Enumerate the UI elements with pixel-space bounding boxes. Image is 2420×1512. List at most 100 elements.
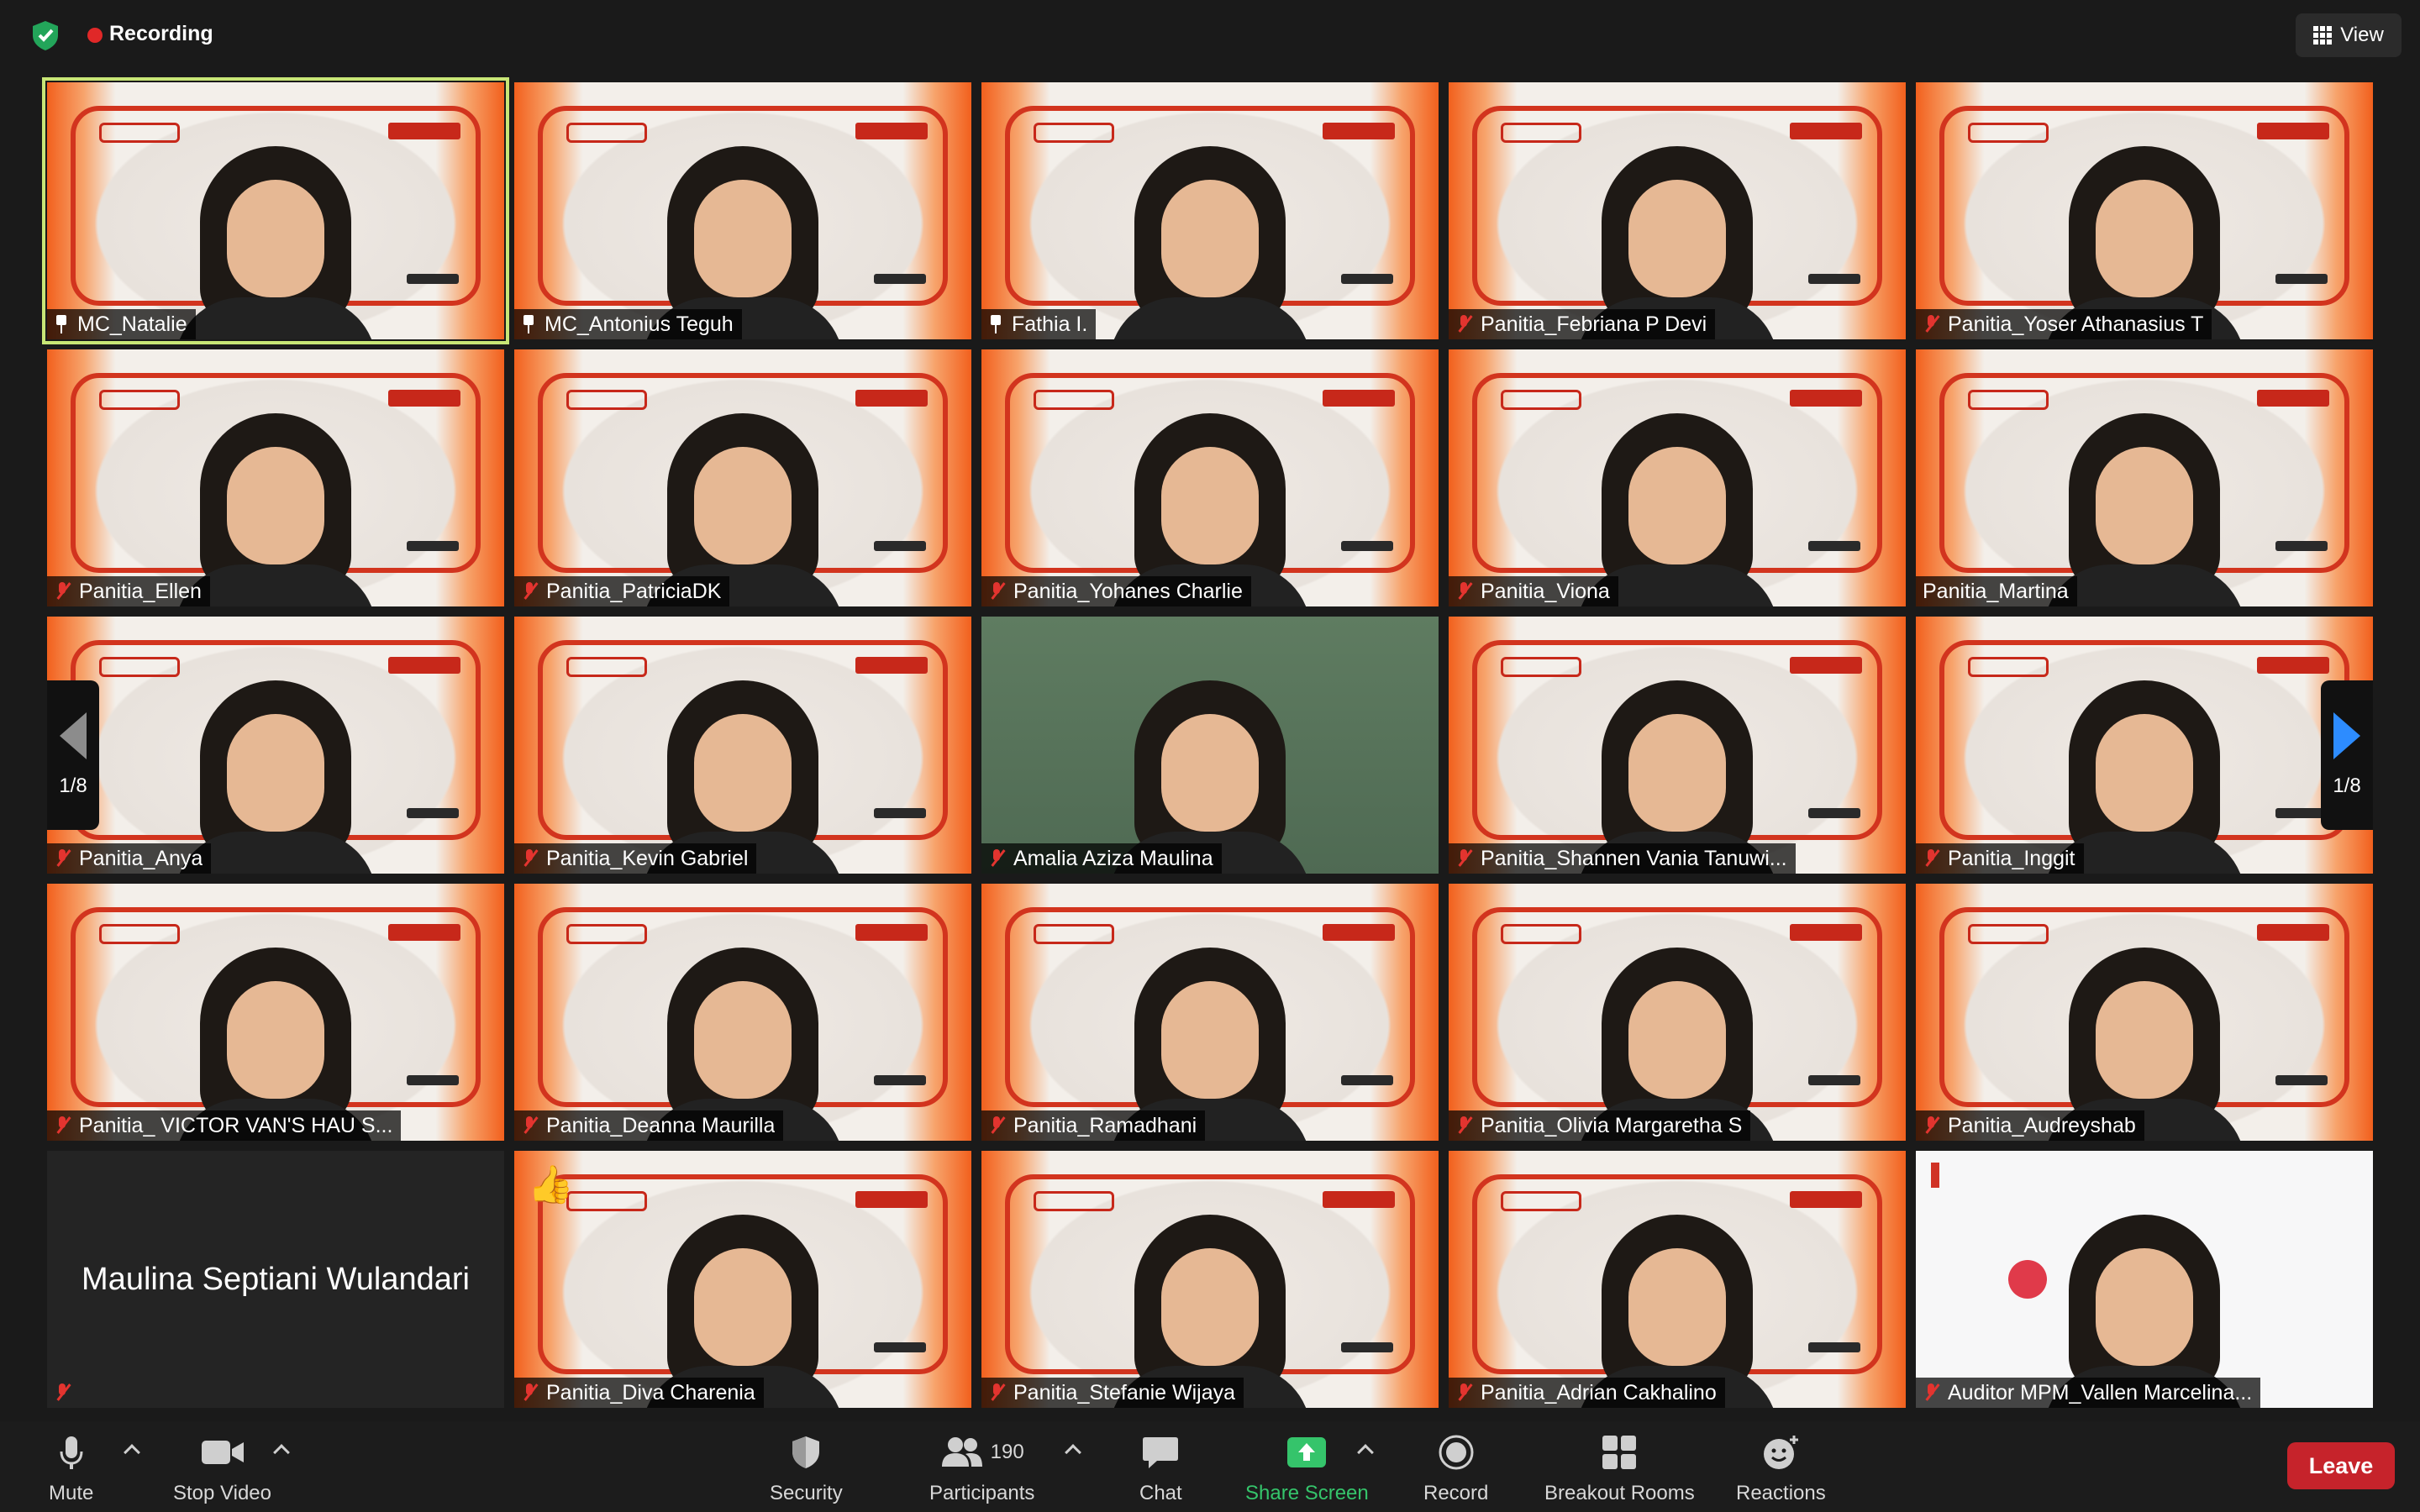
virtual-background-logos <box>1034 123 1114 143</box>
participant-tile[interactable]: Panitia_Inggit <box>1916 617 2373 874</box>
previous-page-button[interactable]: 1/8 <box>47 680 99 830</box>
virtual-background-badge <box>874 1075 926 1085</box>
participant-tile[interactable]: Panitia_Ellen <box>47 349 504 606</box>
virtual-background-badge <box>1808 1075 1860 1085</box>
spotlight-pin-icon <box>54 314 69 334</box>
security-shield-icon[interactable] <box>29 18 62 52</box>
mute-button[interactable]: Mute <box>49 1435 93 1505</box>
participant-name: Panitia_Audreyshab <box>1948 1113 2136 1137</box>
participant-name-tag: Amalia Aziza Maulina <box>981 843 1222 874</box>
virtual-background-brand <box>1790 390 1862 407</box>
virtual-background-brand <box>855 1191 928 1208</box>
participant-name: Panitia_Martina <box>1923 579 2069 603</box>
security-label: Security <box>770 1482 843 1504</box>
spotlight-pin-icon <box>988 314 1003 334</box>
meeting-toolbar: Mute Stop Video Security 190 Participant… <box>0 1421 2420 1512</box>
muted-microphone-icon <box>521 1116 538 1136</box>
participant-tile[interactable]: Panitia_Kevin Gabriel <box>514 617 971 874</box>
virtual-background-badge <box>1808 274 1860 284</box>
participant-tile[interactable]: Panitia_Viona <box>1449 349 1906 606</box>
participant-tile[interactable]: Panitia_Anya <box>47 617 504 874</box>
participant-tile[interactable]: Panitia_Febriana P Devi <box>1449 82 1906 339</box>
breakout-rooms-button[interactable]: Breakout Rooms <box>1544 1435 1695 1505</box>
record-button[interactable]: Record <box>1423 1435 1488 1505</box>
view-button[interactable]: View <box>2296 13 2402 57</box>
participant-name: Panitia_Olivia Margaretha S <box>1481 1113 1743 1137</box>
virtual-background-brand <box>388 123 460 139</box>
virtual-background-badge <box>1808 808 1860 818</box>
participant-tile[interactable]: Panitia_Stefanie Wijaya <box>981 1151 1439 1408</box>
participant-tile[interactable]: Panitia_Yohanes Charlie <box>981 349 1439 606</box>
participant-tile[interactable]: MC_Natalie <box>42 77 509 344</box>
participant-tile[interactable]: Panitia_Yoser Athanasius T <box>1916 82 2373 339</box>
participant-tile[interactable]: Maulina Septiani Wulandari <box>47 1151 504 1408</box>
heart-icon <box>2008 1260 2047 1299</box>
reactions-button[interactable]: Reactions <box>1736 1435 1826 1505</box>
virtual-background-brand <box>855 123 928 139</box>
participant-name-tag: Panitia_Deanna Maurilla <box>514 1110 784 1141</box>
participants-button[interactable]: 190 Participants <box>929 1435 1034 1505</box>
reaction-smiley-icon <box>1764 1436 1799 1469</box>
video-options-chevron-up-icon[interactable] <box>273 1444 290 1461</box>
participant-tile[interactable]: Amalia Aziza Maulina <box>981 617 1439 874</box>
video-face <box>2096 1248 2193 1366</box>
virtual-background-badge <box>1808 541 1860 551</box>
participant-tile[interactable]: Panitia_ VICTOR VAN'S HAU S... <box>47 884 504 1141</box>
participant-name-tag: MC_Antonius Teguh <box>514 309 742 339</box>
participant-tile[interactable]: Panitia_Shannen Vania Tanuwi... <box>1449 617 1906 874</box>
muted-microphone-icon <box>1455 1383 1472 1403</box>
virtual-background-logos <box>99 924 180 944</box>
virtual-background-brand <box>1323 924 1395 941</box>
participant-name-tag: Panitia_Febriana P Devi <box>1449 309 1716 339</box>
participant-name: Panitia_Viona <box>1481 579 1610 603</box>
participant-tile[interactable]: Panitia_PatriciaDK <box>514 349 971 606</box>
participant-tile[interactable]: Panitia_Olivia Margaretha S <box>1449 884 1906 1141</box>
security-button[interactable]: Security <box>770 1435 843 1505</box>
video-face <box>694 714 792 832</box>
participant-tile[interactable]: MC_Antonius Teguh <box>514 82 971 339</box>
participant-tile[interactable]: Panitia_Audreyshab <box>1916 884 2373 1141</box>
audio-options-chevron-up-icon[interactable] <box>124 1444 140 1461</box>
video-face <box>1161 1248 1259 1366</box>
virtual-background-logos <box>1501 123 1581 143</box>
virtual-background-logos <box>99 123 180 143</box>
video-face <box>1628 447 1726 564</box>
participant-name-tag: Panitia_Ramadhani <box>981 1110 1206 1141</box>
chat-button[interactable]: Chat <box>1139 1435 1182 1505</box>
virtual-background-logos <box>1968 390 2049 410</box>
participant-tile[interactable]: Panitia_Martina <box>1916 349 2373 606</box>
video-face <box>1628 180 1726 297</box>
arrow-right-icon <box>2333 712 2360 759</box>
video-face <box>1628 981 1726 1099</box>
virtual-background-brand <box>1323 123 1395 139</box>
participant-name: Panitia_ VICTOR VAN'S HAU S... <box>79 1113 393 1137</box>
virtual-background-brand <box>388 924 460 941</box>
muted-microphone-icon <box>1923 1383 1939 1403</box>
share-screen-button[interactable]: Share Screen <box>1245 1435 1369 1505</box>
participant-name: Panitia_Anya <box>79 846 203 870</box>
breakout-rooms-label: Breakout Rooms <box>1544 1482 1695 1504</box>
participant-tile[interactable]: Auditor MPM_Vallen Marcelina... <box>1916 1151 2373 1408</box>
participant-tile[interactable]: Panitia_Adrian Cakhalino <box>1449 1151 1906 1408</box>
video-face <box>1161 180 1259 297</box>
participant-tile[interactable]: Panitia_Ramadhani <box>981 884 1439 1141</box>
participant-tile[interactable]: Panitia_Deanna Maurilla <box>514 884 971 1141</box>
page-indicator-left: 1/8 <box>59 774 87 797</box>
video-face <box>2096 180 2193 297</box>
participants-chevron-up-icon[interactable] <box>1065 1444 1081 1461</box>
virtual-background-brand <box>2257 123 2329 139</box>
muted-microphone-icon <box>1455 1116 1472 1136</box>
virtual-background-brand <box>1323 1191 1395 1208</box>
stop-video-button[interactable]: Stop Video <box>173 1435 271 1505</box>
participant-name-tag: Panitia_Anya <box>47 843 212 874</box>
page-indicator-right: 1/8 <box>2333 774 2361 797</box>
participant-name-tag: Panitia_Yohanes Charlie <box>981 576 1251 606</box>
recording-label[interactable]: Recording <box>109 22 213 46</box>
next-page-button[interactable]: 1/8 <box>2321 680 2373 830</box>
virtual-background-badge <box>874 808 926 818</box>
participant-tile[interactable]: 👍 Panitia_Diva Charenia <box>514 1151 971 1408</box>
virtual-background-brand <box>855 657 928 674</box>
virtual-background-logos <box>566 1191 647 1211</box>
participant-tile[interactable]: Fathia I. <box>981 82 1439 339</box>
leave-button[interactable]: Leave <box>2287 1442 2395 1489</box>
